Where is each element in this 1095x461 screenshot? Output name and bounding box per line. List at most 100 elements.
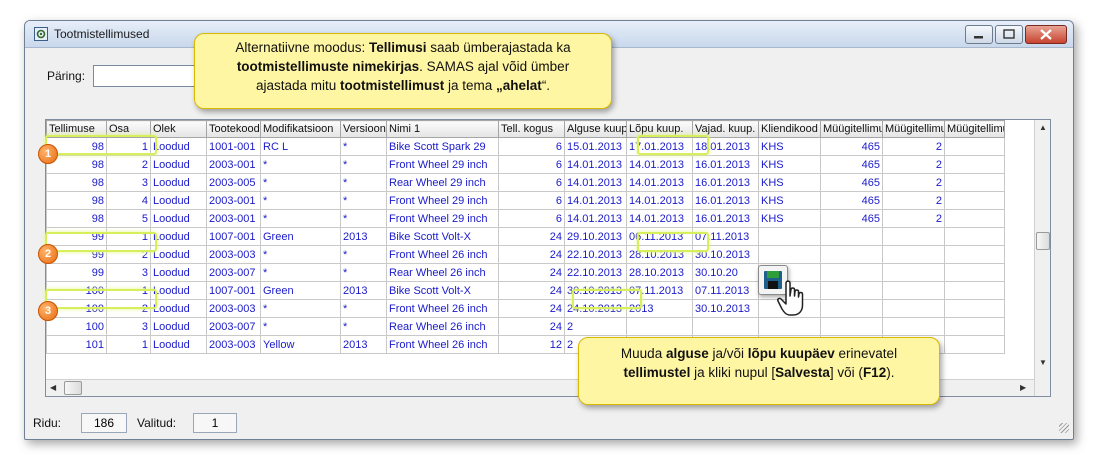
table-cell[interactable]: Yellow: [260, 335, 341, 354]
table-row[interactable]: 98 2 Loodud 2003-001 * * Front Wheel 29 inch 6 1…: [46, 155, 1005, 174]
table-cell[interactable]: [758, 227, 821, 246]
table-cell[interactable]: 07.11.2013: [692, 281, 759, 300]
table-cell[interactable]: 28.10.2013: [626, 263, 693, 282]
table-cell[interactable]: 6: [498, 209, 565, 228]
table-cell[interactable]: Loodud: [150, 155, 207, 174]
column-header[interactable]: Müügitellimus: [882, 120, 945, 138]
table-cell[interactable]: 30.10.2013: [692, 299, 759, 318]
table-cell[interactable]: [820, 317, 883, 336]
vertical-scrollbar[interactable]: ▲ ▼: [1034, 120, 1050, 396]
table-cell[interactable]: Green: [260, 281, 341, 300]
table-cell[interactable]: *: [340, 209, 387, 228]
table-cell[interactable]: 2: [882, 155, 945, 174]
table-row[interactable]: 99 1 Loodud 1007-001 Green 2013 Bike Scott Vol…: [46, 227, 1005, 246]
table-cell[interactable]: 14.01.2013: [626, 191, 693, 210]
table-cell[interactable]: [944, 299, 1005, 318]
table-cell[interactable]: Front Wheel 29 inch: [386, 209, 499, 228]
table-cell[interactable]: 6: [498, 155, 565, 174]
table-cell[interactable]: [944, 245, 1005, 264]
table-cell[interactable]: Rear Wheel 29 inch: [386, 173, 499, 192]
table-cell[interactable]: [882, 317, 945, 336]
table-cell[interactable]: 14.01.2013: [626, 173, 693, 192]
table-cell[interactable]: [944, 191, 1005, 210]
table-cell[interactable]: 1007-001: [206, 227, 261, 246]
table-cell[interactable]: 100: [46, 317, 107, 336]
table-cell[interactable]: *: [340, 191, 387, 210]
table-cell[interactable]: [944, 281, 1005, 300]
table-cell[interactable]: 15.01.2013: [564, 137, 627, 156]
table-cell[interactable]: 24: [498, 263, 565, 282]
column-header[interactable]: Kliendikood: [758, 120, 821, 138]
table-cell[interactable]: *: [260, 191, 341, 210]
table-cell[interactable]: 2013: [340, 227, 387, 246]
table-cell[interactable]: 6: [498, 137, 565, 156]
table-cell[interactable]: *: [340, 137, 387, 156]
table-cell[interactable]: 12: [498, 335, 565, 354]
table-cell[interactable]: Loodud: [150, 227, 207, 246]
table-cell[interactable]: 465: [820, 191, 883, 210]
column-header[interactable]: Olek: [150, 120, 207, 138]
close-button[interactable]: [1025, 25, 1067, 44]
table-cell[interactable]: *: [340, 245, 387, 264]
table-cell[interactable]: 98: [46, 191, 107, 210]
table-cell[interactable]: [692, 317, 759, 336]
table-cell[interactable]: [626, 317, 693, 336]
table-cell[interactable]: [820, 245, 883, 264]
table-cell[interactable]: Bike Scott Volt-X: [386, 227, 499, 246]
table-cell[interactable]: 2003-003: [206, 299, 261, 318]
table-cell[interactable]: 14.01.2013: [564, 173, 627, 192]
table-cell[interactable]: 2013: [340, 281, 387, 300]
table-cell[interactable]: KHS: [758, 137, 821, 156]
table-cell[interactable]: 465: [820, 137, 883, 156]
maximize-button[interactable]: [995, 25, 1023, 44]
table-cell[interactable]: 2003-005: [206, 173, 261, 192]
table-cell[interactable]: KHS: [758, 191, 821, 210]
table-cell[interactable]: 16.01.2013: [692, 209, 759, 228]
column-header[interactable]: Müügitellimus: [820, 120, 883, 138]
table-row[interactable]: 100 2 Loodud 2003-003 * * Front Wheel 26 inch 2…: [46, 299, 1005, 318]
table-cell[interactable]: 2003-003: [206, 335, 261, 354]
table-cell[interactable]: 6: [498, 173, 565, 192]
table-row[interactable]: 99 3 Loodud 2003-007 * * Rear Wheel 26 inch 24 2…: [46, 263, 1005, 282]
table-cell[interactable]: [944, 317, 1005, 336]
table-cell[interactable]: *: [340, 317, 387, 336]
table-cell[interactable]: [944, 209, 1005, 228]
table-cell[interactable]: [944, 173, 1005, 192]
column-header[interactable]: Alguse kuup.: [564, 120, 627, 138]
table-row[interactable]: 98 4 Loodud 2003-001 * * Front Wheel 29 inch 6 1…: [46, 191, 1005, 210]
table-cell[interactable]: Rear Wheel 26 inch: [386, 263, 499, 282]
table-cell[interactable]: Loodud: [150, 137, 207, 156]
table-cell[interactable]: *: [260, 299, 341, 318]
table-cell[interactable]: 2013: [340, 335, 387, 354]
table-cell[interactable]: [944, 137, 1005, 156]
table-cell[interactable]: 4: [106, 191, 151, 210]
table-cell[interactable]: 24: [498, 299, 565, 318]
table-cell[interactable]: *: [340, 155, 387, 174]
column-header[interactable]: Müügitellimus: [944, 120, 1005, 138]
table-cell[interactable]: Bike Scott Spark 29: [386, 137, 499, 156]
column-header[interactable]: Versioon: [340, 120, 387, 138]
table-cell[interactable]: [882, 227, 945, 246]
table-cell[interactable]: 6: [498, 191, 565, 210]
table-cell[interactable]: Loodud: [150, 335, 207, 354]
table-cell[interactable]: [820, 299, 883, 318]
table-cell[interactable]: Loodud: [150, 299, 207, 318]
table-cell[interactable]: 2003-007: [206, 263, 261, 282]
table-cell[interactable]: 2003-003: [206, 245, 261, 264]
table-cell[interactable]: *: [260, 155, 341, 174]
column-header[interactable]: Modifikatsioon: [260, 120, 341, 138]
table-row[interactable]: 100 3 Loodud 2003-007 * * Rear Wheel 26 inch 24…: [46, 317, 1005, 336]
table-cell[interactable]: 24: [498, 245, 565, 264]
table-cell[interactable]: [758, 245, 821, 264]
table-cell[interactable]: 98: [46, 173, 107, 192]
table-cell[interactable]: 2: [882, 137, 945, 156]
table-cell[interactable]: [758, 317, 821, 336]
table-cell[interactable]: *: [260, 209, 341, 228]
table-cell[interactable]: 2003-001: [206, 191, 261, 210]
table-cell[interactable]: 14.01.2013: [564, 155, 627, 174]
table-cell[interactable]: [882, 245, 945, 264]
table-cell[interactable]: 22.10.2013: [564, 245, 627, 264]
table-cell[interactable]: KHS: [758, 209, 821, 228]
table-cell[interactable]: Bike Scott Volt-X: [386, 281, 499, 300]
table-cell[interactable]: [820, 227, 883, 246]
